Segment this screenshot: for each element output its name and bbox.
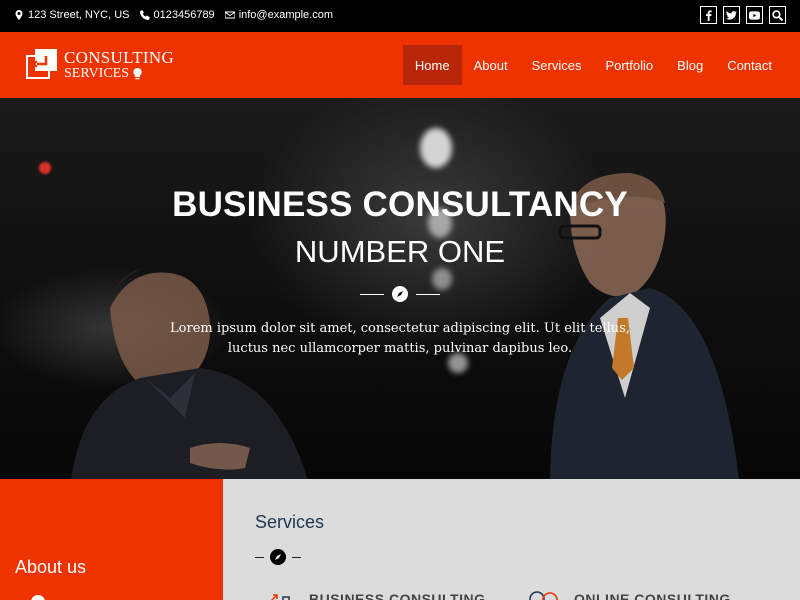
phone-item[interactable]: 0123456789: [139, 9, 215, 21]
compass-icon: [397, 291, 403, 297]
facebook-button[interactable]: [700, 6, 717, 24]
logo-line-2: SERVICES: [64, 66, 130, 81]
bokeh-light: [39, 162, 51, 174]
bokeh-light: [420, 128, 452, 168]
site-header: CONSULTING SERVICES Home About Services …: [0, 32, 800, 98]
contact-info: 123 Street, NYC, US 0123456789 info@exam…: [14, 9, 333, 21]
nav-item-about[interactable]: About: [462, 45, 520, 85]
hero-title: BUSINESS CONSULTANCY: [172, 185, 628, 224]
about-section: About us: [0, 479, 223, 600]
service-label: BUSINESS CONSULTING: [309, 591, 486, 600]
compass-badge: [270, 549, 286, 565]
logo-line-1: CONSULTING: [64, 48, 175, 67]
site-logo[interactable]: CONSULTING SERVICES: [26, 48, 174, 82]
chat-bubbles-icon: [529, 591, 558, 600]
address-item: 123 Street, NYC, US: [14, 9, 130, 21]
top-bar: 123 Street, NYC, US 0123456789 info@exam…: [0, 0, 800, 32]
nav-item-home[interactable]: Home: [402, 45, 462, 85]
email-text[interactable]: info@example.com: [239, 9, 333, 21]
divider-line: [255, 556, 264, 558]
logo-mark-icon: [26, 49, 57, 79]
search-icon: [772, 9, 783, 21]
logo-text: CONSULTING SERVICES: [64, 49, 174, 81]
youtube-icon: [749, 10, 760, 20]
divider-line: [416, 293, 440, 295]
compass-icon: [275, 554, 281, 560]
nav-item-blog[interactable]: Blog: [665, 45, 715, 85]
email-item[interactable]: info@example.com: [224, 9, 333, 21]
nav-item-portfolio[interactable]: Portfolio: [593, 45, 665, 85]
divider-line: [292, 556, 301, 558]
logo-line-2-wrap: SERVICES: [64, 67, 174, 81]
services-heading: Services: [255, 512, 325, 532]
phone-icon: [139, 10, 150, 20]
divider-line: [360, 293, 384, 295]
main-nav: Home About Services Portfolio Blog Conta…: [402, 45, 784, 85]
services-section: Services BUSINESS CONSULTING ONLINE CONS…: [223, 479, 800, 600]
hero-subtitle: NUMBER ONE: [294, 234, 506, 269]
lightbulb-icon: [133, 68, 142, 80]
phone-text[interactable]: 0123456789: [154, 9, 215, 21]
businessman-left-image: [71, 268, 308, 479]
nav-item-contact[interactable]: Contact: [715, 45, 784, 85]
nav-item-services[interactable]: Services: [520, 45, 594, 85]
service-item[interactable]: ONLINE CONSULTING: [528, 589, 731, 600]
growth-chart-icon: [270, 594, 290, 600]
envelope-icon: [224, 11, 235, 19]
twitter-icon: [726, 10, 737, 20]
hero-divider: [360, 285, 440, 303]
facebook-icon: [706, 9, 712, 21]
compass-badge: [392, 286, 408, 302]
twitter-button[interactable]: [723, 6, 740, 24]
hero-description: Lorem ipsum dolor sit amet, consectetur …: [170, 321, 630, 356]
search-button[interactable]: [769, 6, 786, 24]
about-bullet-icon: [31, 595, 45, 600]
service-label: ONLINE CONSULTING: [574, 591, 731, 600]
services-divider: [255, 549, 301, 565]
social-links: [700, 6, 786, 24]
youtube-button[interactable]: [746, 6, 763, 24]
address-text: 123 Street, NYC, US: [28, 9, 130, 21]
map-marker-icon: [15, 10, 23, 20]
hero-banner: BUSINESS CONSULTANCY NUMBER ONE Lorem ip…: [0, 98, 800, 479]
service-item[interactable]: BUSINESS CONSULTING: [263, 589, 485, 600]
about-heading: About us: [15, 557, 87, 577]
